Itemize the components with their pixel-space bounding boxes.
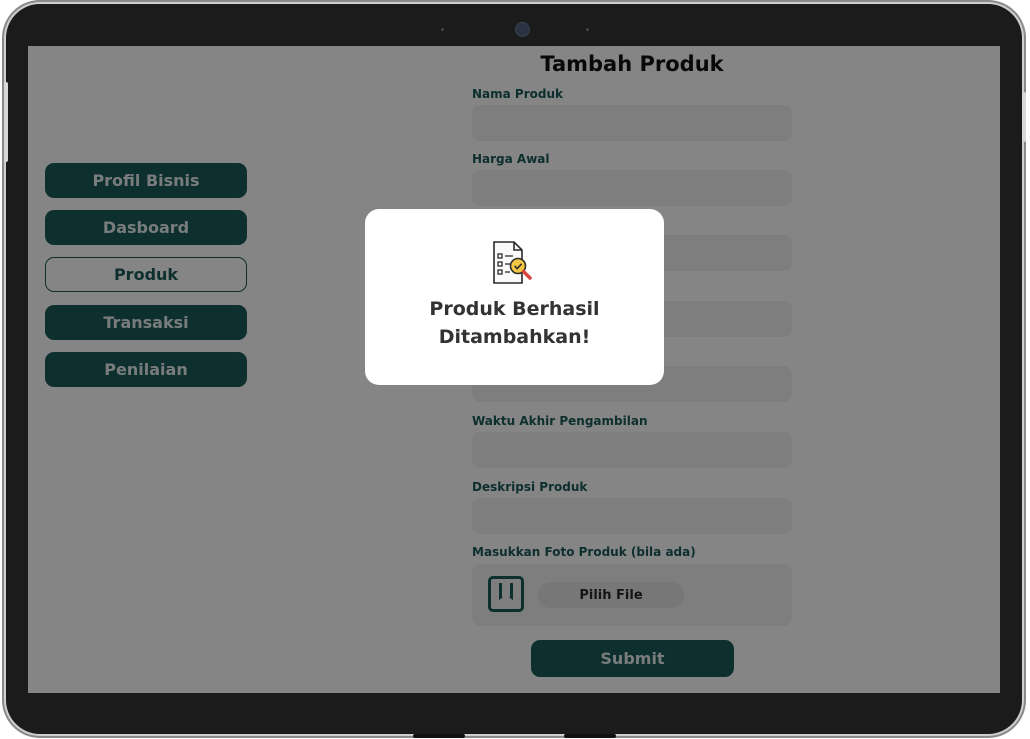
- document-check-icon: [493, 241, 532, 284]
- camera-icon: [515, 22, 530, 37]
- app-screen: Profil Bisnis Dasboard Produk Transaksi …: [28, 46, 1000, 693]
- success-message: Produk Berhasil Ditambahkan!: [365, 295, 664, 351]
- sensor-dot: [586, 28, 589, 31]
- success-message-line: Produk Berhasil: [429, 298, 600, 320]
- side-button: [4, 82, 8, 162]
- bottom-edge-mark: [413, 734, 465, 738]
- success-message-line: Ditambahkan!: [438, 326, 591, 348]
- bottom-edge-mark: [564, 734, 616, 738]
- sensor-dot: [441, 28, 444, 31]
- success-modal: Produk Berhasil Ditambahkan!: [365, 209, 664, 385]
- side-button: [1022, 92, 1026, 142]
